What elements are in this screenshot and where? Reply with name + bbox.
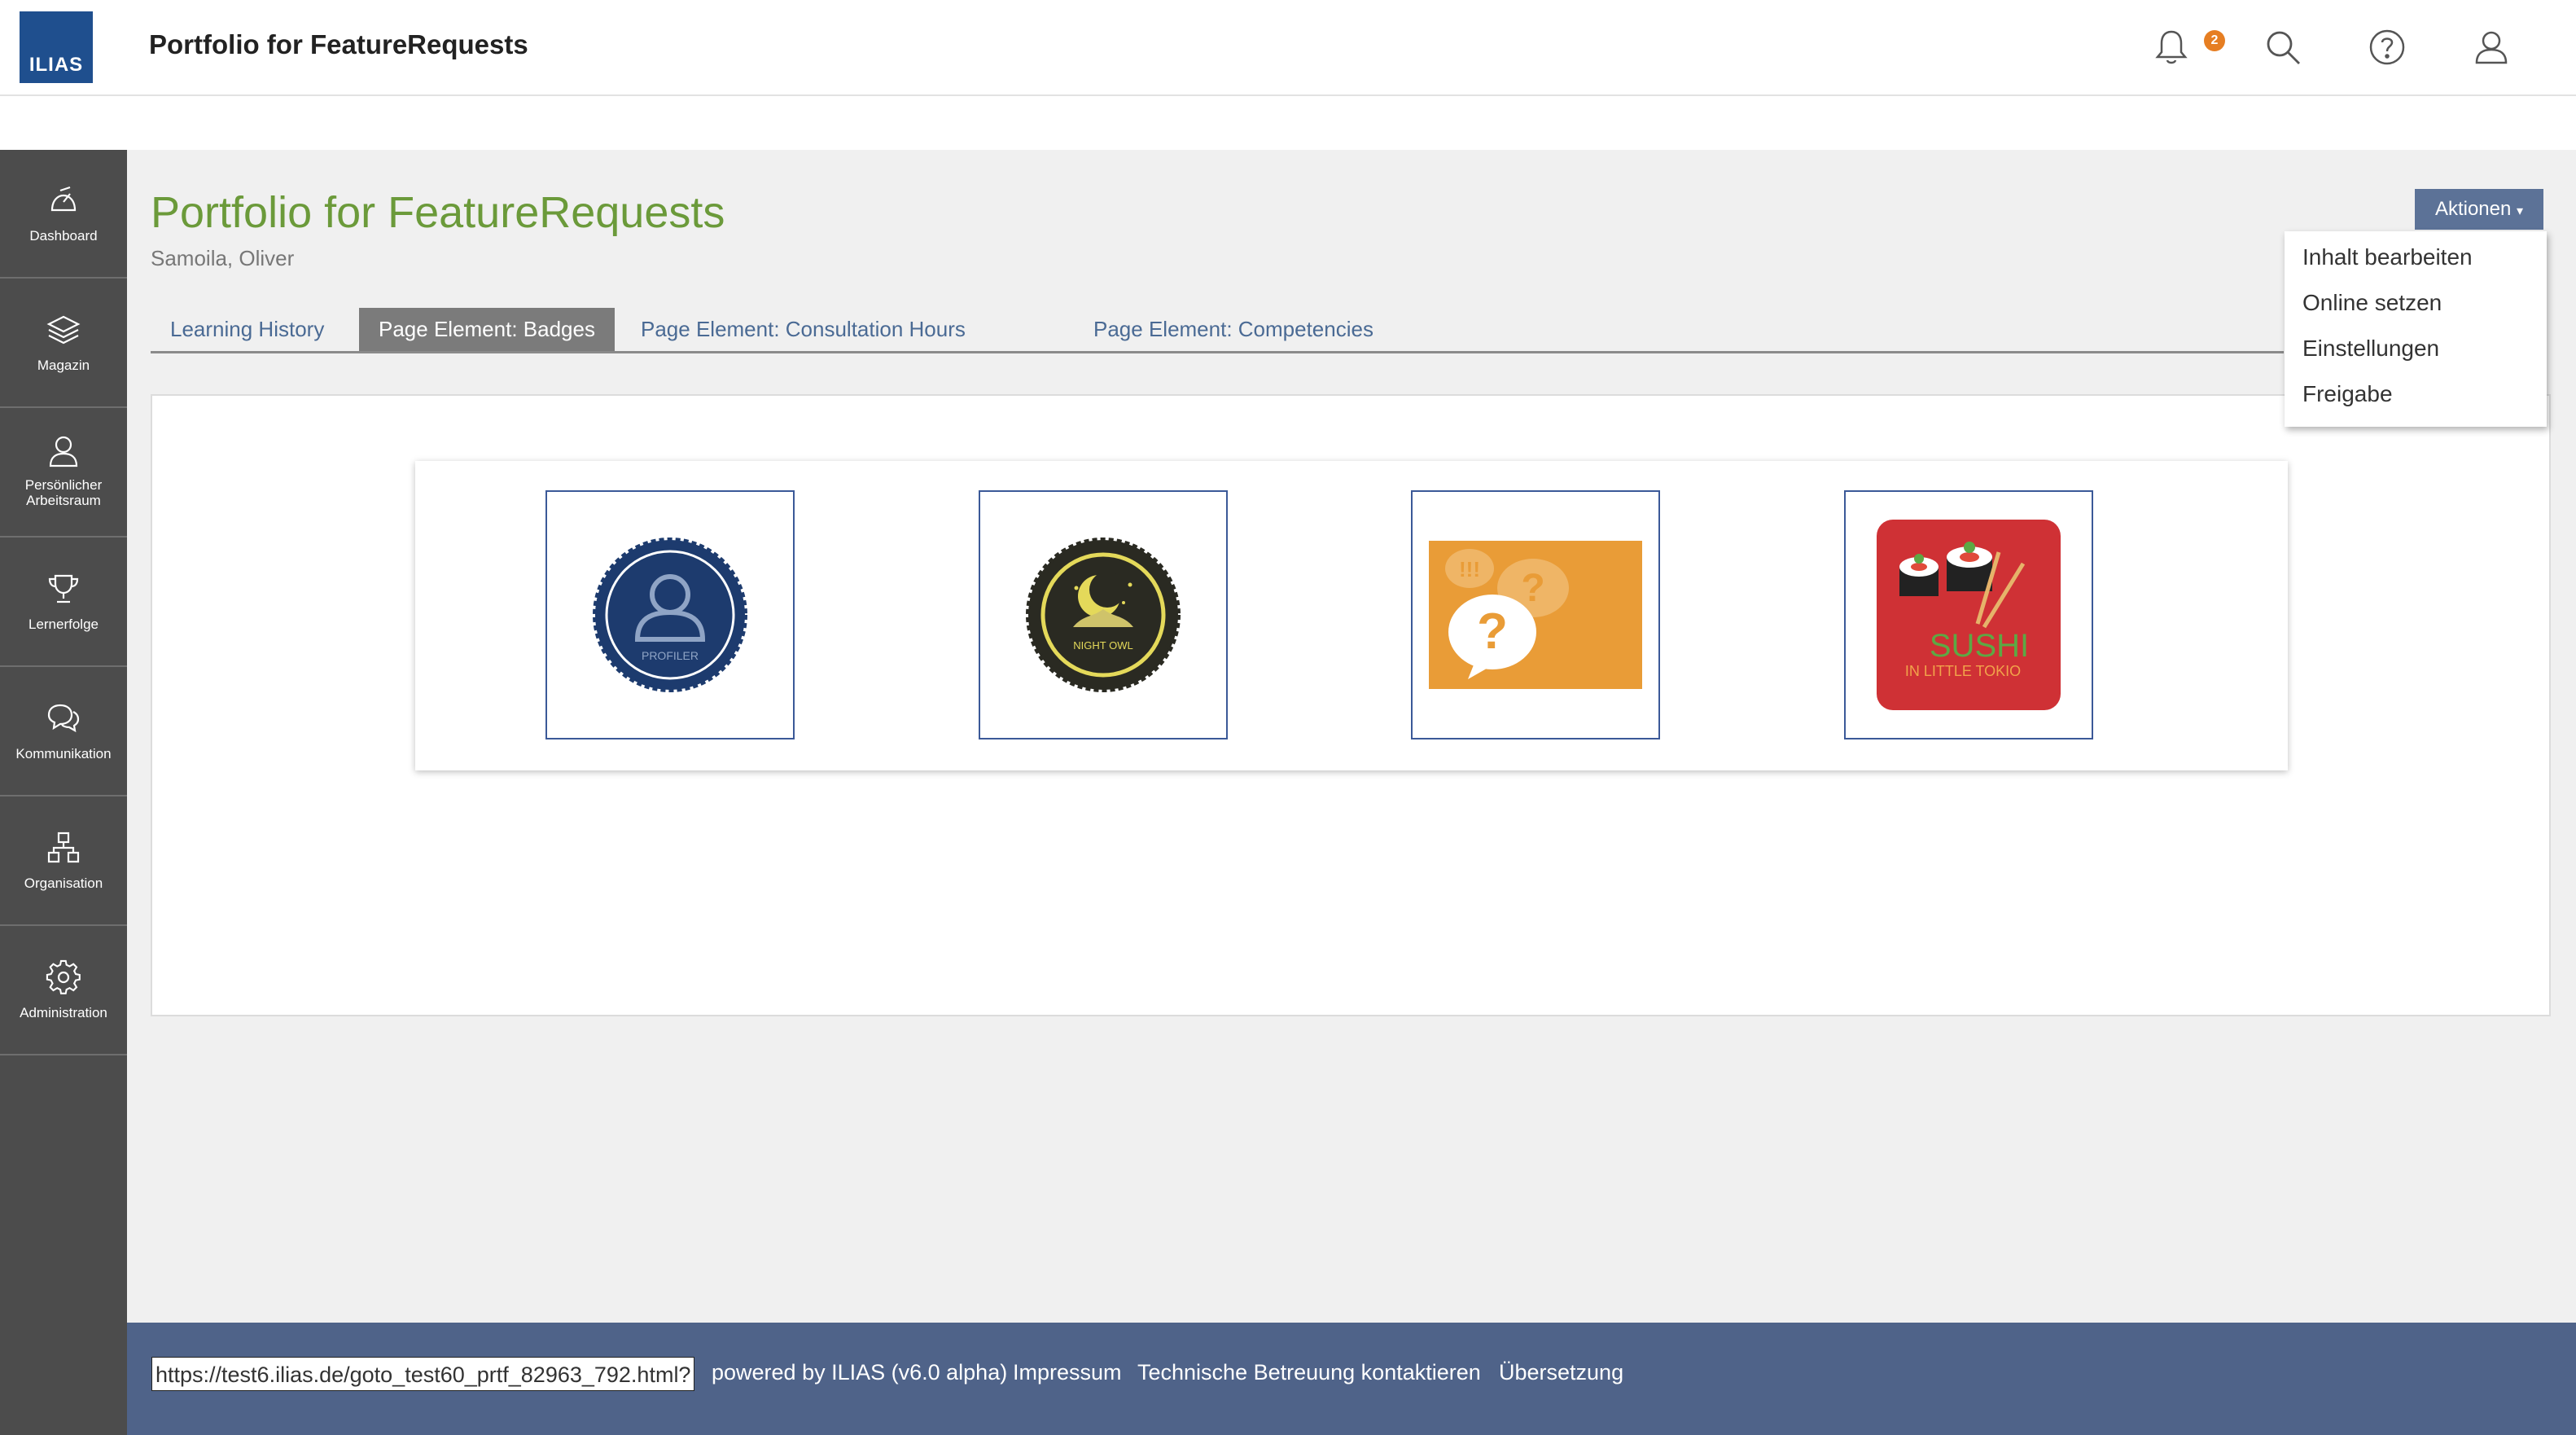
tab-page-element-consultation-hours[interactable]: Page Element: Consultation Hours [621, 308, 985, 351]
night-owl-badge[interactable]: NIGHT OWL [979, 490, 1228, 739]
bell-icon[interactable] [2149, 24, 2194, 70]
night-owl-badge-text: NIGHT OWL [1073, 639, 1132, 652]
chat-icon [47, 704, 80, 733]
org-icon [47, 832, 80, 863]
menu-item-settings[interactable]: Einstellungen [2302, 336, 2439, 362]
menu-item-share[interactable]: Freigabe [2302, 381, 2393, 407]
help-icon[interactable] [2364, 24, 2410, 70]
tab-page-element-badges[interactable]: Page Element: Badges [359, 308, 615, 351]
sushi-badge-subtext: IN LITTLE TOKIO [1905, 663, 2021, 679]
tab-learning-history[interactable]: Learning History [151, 308, 344, 351]
sidebar-item-administration[interactable]: Administration [0, 927, 127, 1055]
header-title: Portfolio for FeatureRequests [149, 29, 528, 59]
gear-icon [46, 959, 81, 994]
search-icon[interactable] [2260, 24, 2306, 70]
sidebar-item-label: Lernerfolge [28, 617, 99, 632]
permalink-url[interactable]: https://test6.ilias.de/goto_test60_prtf_… [151, 1357, 695, 1391]
sidebar-item-lernerfolge[interactable]: Lernerfolge [0, 538, 127, 667]
notification-count-badge: 2 [2204, 30, 2225, 51]
sidebar-item-magazin[interactable]: Magazin [0, 279, 127, 408]
sidebar-item-dashboard[interactable]: Dashboard [0, 150, 127, 279]
top-header: ILIAS Portfolio for FeatureRequests 2 [0, 0, 2576, 96]
footer-impressum[interactable]: Impressum [1013, 1360, 1122, 1385]
svg-text:?: ? [1477, 603, 1508, 660]
profiler-badge[interactable]: PROFILER [545, 490, 795, 739]
footer-powered-by[interactable]: powered by ILIAS (v6.0 alpha) [712, 1360, 1007, 1385]
questions-badge-text: !!! [1459, 557, 1480, 581]
user-icon[interactable] [2469, 24, 2514, 70]
sushi-badge[interactable]: SUSHI IN LITTLE TOKIO [1844, 490, 2093, 739]
sidebar-item-personal-workspace[interactable]: Persönlicher Arbeitsraum [0, 409, 127, 538]
questions-badge[interactable]: !!! ? ? [1411, 490, 1660, 739]
sidebar-item-organisation[interactable]: Organisation [0, 797, 127, 926]
sushi-badge-text: SUSHI [1930, 628, 2029, 664]
actions-dropdown-button[interactable]: Aktionen ▾ [2415, 189, 2543, 230]
footer-translation[interactable]: Übersetzung [1499, 1360, 1623, 1385]
footer-technical-support[interactable]: Technische Betreuung kontaktieren [1137, 1360, 1481, 1385]
sidebar-item-label: Persönlicher Arbeitsraum [24, 477, 103, 508]
menu-item-edit-content[interactable]: Inhalt bearbeiten [2302, 244, 2473, 270]
layers-icon [46, 315, 81, 344]
caret-down-icon: ▾ [2517, 204, 2524, 218]
badges-panel: PROFILER NIGHT OWL !!! ? ? SUSHI IN LITT… [415, 461, 2288, 770]
main-sidebar: Dashboard Magazin Persönlicher Arbeitsra… [0, 150, 127, 1435]
actions-button-label: Aktionen [2434, 198, 2512, 220]
sidebar-item-label: Organisation [24, 875, 103, 891]
svg-text:?: ? [1521, 567, 1544, 610]
profiler-badge-text: PROFILER [642, 649, 699, 662]
portfolio-tabs: Learning History Page Element: Badges Pa… [151, 308, 2284, 353]
person-icon [49, 436, 78, 467]
page-footer: https://test6.ilias.de/goto_test60_prtf_… [127, 1323, 2576, 1435]
dashboard-icon [50, 186, 77, 212]
ilias-logo[interactable]: ILIAS [20, 11, 93, 83]
trophy-icon [48, 574, 79, 603]
actions-dropdown-menu: Inhalt bearbeiten Online setzen Einstell… [2285, 231, 2547, 427]
sidebar-item-label: Administration [20, 1005, 107, 1020]
page-title: Portfolio for FeatureRequests [151, 188, 725, 237]
menu-item-set-online[interactable]: Online setzen [2302, 290, 2442, 316]
sidebar-item-label: Magazin [37, 358, 90, 373]
page-owner: Samoila, Oliver [151, 246, 295, 270]
sidebar-item-label: Dashboard [29, 228, 98, 244]
tab-page-element-competencies[interactable]: Page Element: Competencies [1074, 308, 1393, 351]
sidebar-item-label: Kommunikation [15, 746, 112, 761]
sidebar-item-kommunikation[interactable]: Kommunikation [0, 668, 127, 796]
